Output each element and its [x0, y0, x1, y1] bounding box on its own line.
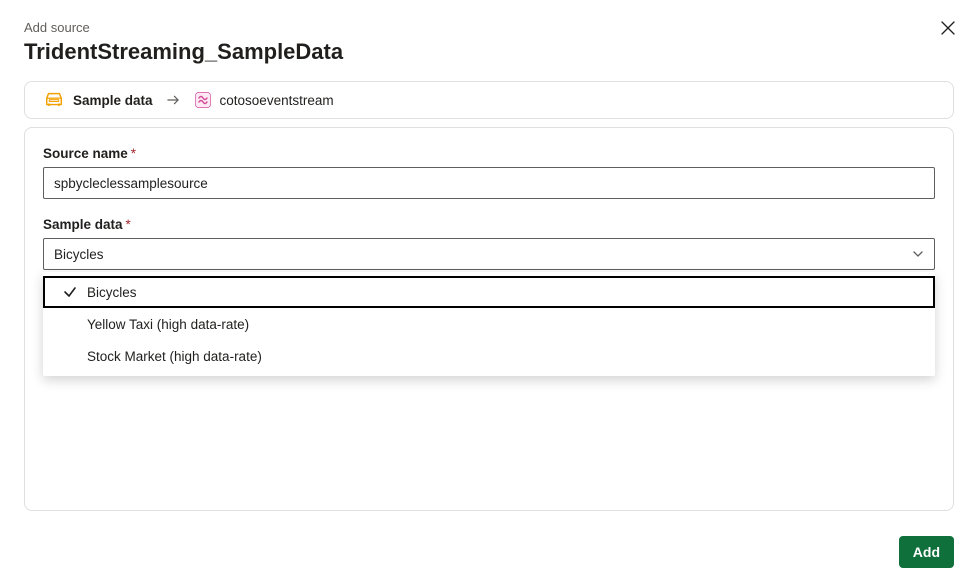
panel-small-label: Add source — [24, 20, 954, 35]
dropdown-option-label: Bicycles — [87, 285, 137, 300]
source-name-input[interactable] — [43, 167, 935, 199]
breadcrumb-source: Sample data — [43, 90, 153, 110]
dropdown-option-label: Stock Market (high data-rate) — [87, 349, 262, 364]
footer: Add — [899, 536, 954, 568]
select-value: Bicycles — [54, 247, 104, 262]
eventstream-icon — [194, 91, 212, 109]
breadcrumb-source-label: Sample data — [73, 93, 153, 108]
dropdown-option-bicycles[interactable]: Bicycles — [43, 276, 935, 308]
field-sample-data: Sample data * Bicycles Bicycles — [43, 217, 935, 270]
dropdown-option-yellow-taxi[interactable]: Yellow Taxi (high data-rate) — [43, 308, 935, 340]
sample-data-select-wrap: Bicycles Bicycles — [43, 238, 935, 270]
arrow-right-icon — [167, 94, 180, 106]
source-name-label: Source name * — [43, 146, 935, 161]
close-button[interactable] — [938, 18, 958, 38]
field-source-name: Source name * — [43, 146, 935, 199]
sample-data-dropdown: Bicycles Yellow Taxi (high data-rate) St… — [43, 272, 935, 376]
breadcrumb-destination: cotosoeventstream — [194, 91, 334, 109]
check-icon — [63, 317, 77, 331]
breadcrumb-destination-label: cotosoeventstream — [220, 93, 334, 108]
sample-data-select[interactable]: Bicycles — [43, 238, 935, 270]
chevron-down-icon — [912, 248, 924, 260]
page-title: TridentStreaming_SampleData — [24, 39, 954, 65]
add-source-panel: Add source TridentStreaming_SampleData S… — [0, 0, 978, 588]
sample-data-label: Sample data * — [43, 217, 935, 232]
required-mark: * — [126, 217, 131, 232]
check-icon — [63, 349, 77, 363]
form-card: Source name * Sample data * Bicycles — [24, 127, 954, 511]
required-mark: * — [131, 146, 136, 161]
close-icon — [941, 21, 955, 35]
add-button[interactable]: Add — [899, 536, 954, 568]
check-icon — [63, 285, 77, 299]
dropdown-option-stock-market[interactable]: Stock Market (high data-rate) — [43, 340, 935, 372]
breadcrumb: Sample data cotosoeventstream — [24, 81, 954, 119]
dropdown-option-label: Yellow Taxi (high data-rate) — [87, 317, 249, 332]
sample-data-icon — [43, 90, 65, 110]
